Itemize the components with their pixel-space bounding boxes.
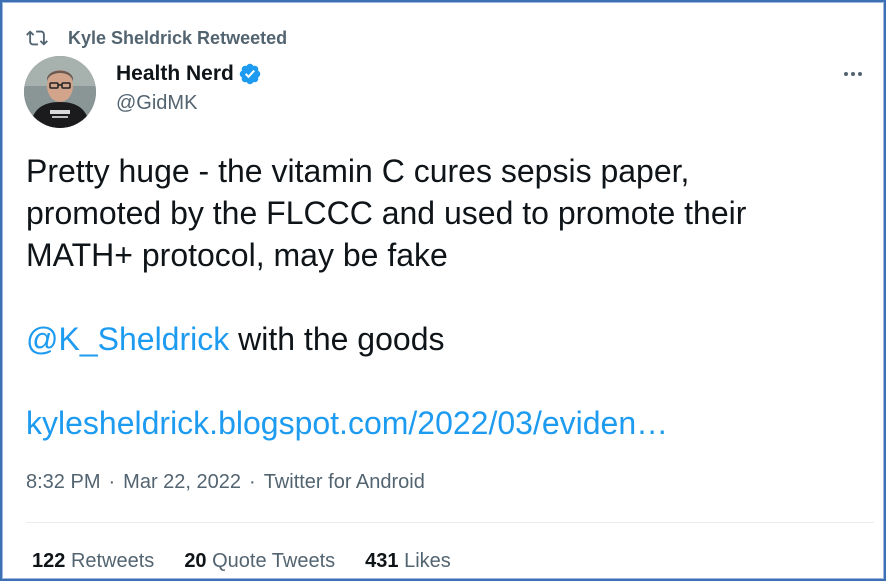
tweet-date[interactable]: Mar 22, 2022 <box>123 471 241 494</box>
avatar[interactable] <box>24 56 96 128</box>
mention-line: @K_Sheldrick with the goods <box>26 318 856 360</box>
likes-label: Likes <box>404 550 451 572</box>
retweet-context-label: Kyle Sheldrick Retweeted <box>68 27 288 48</box>
more-icon <box>844 72 862 76</box>
retweet-icon <box>26 30 48 46</box>
quotes-count: 20 <box>184 550 207 572</box>
likes-count: 431 <box>365 550 399 572</box>
more-button[interactable] <box>838 62 868 86</box>
quote-tweets-stat[interactable]: 20 Quote Tweets <box>184 550 335 573</box>
author-block: Health Nerd @GidMK <box>116 60 262 115</box>
name-row: Health Nerd <box>116 60 262 88</box>
tweet-source[interactable]: Twitter for Android <box>264 471 425 494</box>
quotes-label: Quote Tweets <box>212 550 336 572</box>
mention-suffix: with the goods <box>229 321 445 357</box>
divider <box>26 522 874 523</box>
retweet-context[interactable]: Kyle Sheldrick Retweeted <box>26 26 287 50</box>
retweets-count: 122 <box>32 550 66 572</box>
retweets-stat[interactable]: 122 Retweets <box>32 550 154 573</box>
mention-link[interactable]: @K_Sheldrick <box>26 321 229 357</box>
tweet-time[interactable]: 8:32 PM <box>26 471 100 494</box>
likes-stat[interactable]: 431 Likes <box>365 550 451 573</box>
meta-separator: · <box>108 471 116 493</box>
display-name[interactable]: Health Nerd <box>116 62 234 86</box>
tweet-line: MATH+ protocol, may be fake <box>26 237 448 273</box>
tweet-line: promoted by the FLCCC and used to promot… <box>26 195 747 231</box>
verified-badge-icon <box>239 63 261 85</box>
external-link[interactable]: kylesheldrick.blogspot.com/2022/03/evide… <box>26 405 668 441</box>
avatar-image <box>24 56 96 128</box>
engagement-stats: 122 Retweets 20 Quote Tweets 431 Likes <box>32 550 481 573</box>
meta-separator: · <box>249 471 256 493</box>
tweet-line: Pretty huge - the vitamin C cures sepsis… <box>26 153 690 189</box>
author-handle[interactable]: @GidMK <box>116 92 262 115</box>
retweets-label: Retweets <box>70 550 155 572</box>
tweet-meta: 8:32 PM · Mar 22, 2022 · Twitter for And… <box>26 471 425 494</box>
tweet-text: Pretty huge - the vitamin C cures sepsis… <box>26 150 856 444</box>
